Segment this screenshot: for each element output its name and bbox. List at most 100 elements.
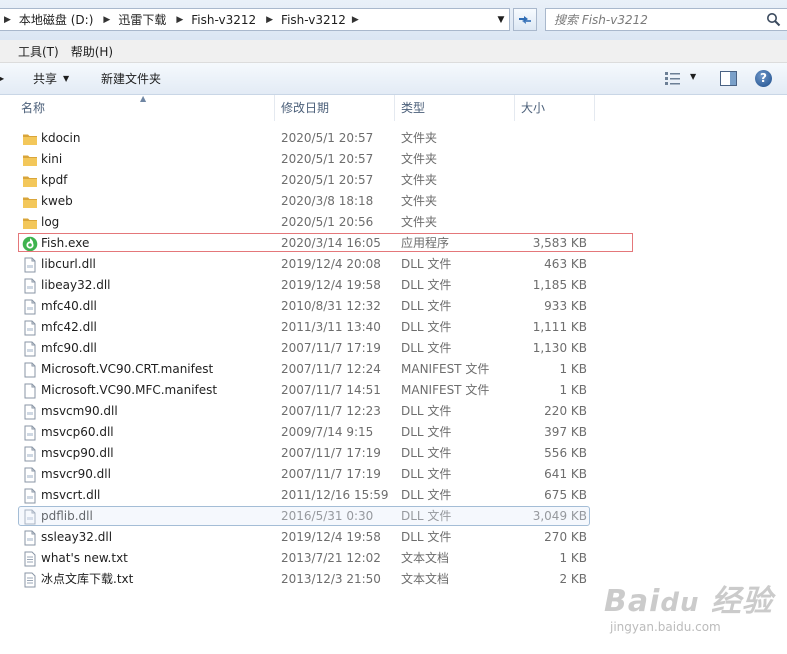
breadcrumb-fish-parent[interactable]: ▶ Fish-v3212 <box>172 9 262 30</box>
dll-file-icon <box>22 467 38 483</box>
file-name: ssleay32.dll <box>41 530 113 544</box>
column-header-type[interactable]: 类型 <box>395 95 515 121</box>
file-row[interactable]: mfc42.dll 2011/3/11 13:40 DLL 文件 1,111 KB <box>0 317 787 338</box>
file-type: DLL 文件 <box>401 404 452 418</box>
file-name: libcurl.dll <box>41 257 96 271</box>
breadcrumb-xunlei[interactable]: ▶ 迅雷下载 <box>99 9 172 30</box>
back-overflow-arrow[interactable]: ▶ <box>0 63 4 94</box>
help-icon[interactable]: ? <box>755 70 772 87</box>
column-headers: ▲ 名称 修改日期 类型 大小 <box>0 94 787 121</box>
file-row[interactable]: Fish.exe 2020/3/14 16:05 应用程序 3,583 KB <box>0 233 787 254</box>
breadcrumb-drive[interactable]: ▶ 本地磁盘 (D:) <box>0 9 99 30</box>
chevron-right-icon[interactable]: ▶ <box>174 15 187 25</box>
file-row[interactable]: what's new.txt 2013/7/21 12:02 文本文档 1 KB <box>0 548 787 569</box>
file-row[interactable]: Microsoft.VC90.CRT.manifest 2007/11/7 12:… <box>0 359 787 380</box>
file-modified-date: 2020/5/1 20:57 <box>281 152 374 166</box>
folder-icon <box>22 194 38 210</box>
file-row[interactable]: msvcp60.dll 2009/7/14 9:15 DLL 文件 397 KB <box>0 422 787 443</box>
blank-file-icon <box>22 383 38 399</box>
preview-pane-icon[interactable] <box>720 71 737 86</box>
file-row[interactable]: msvcrt.dll 2011/12/16 15:59 DLL 文件 675 KB <box>0 485 787 506</box>
menu-tools[interactable]: 工具(T) <box>12 43 65 60</box>
address-history-dropdown[interactable]: ▼ <box>492 8 510 31</box>
file-modified-date: 2020/5/1 20:56 <box>281 215 374 229</box>
file-modified-date: 2011/3/11 13:40 <box>281 320 381 334</box>
file-row[interactable]: kini 2020/5/1 20:57 文件夹 <box>0 149 787 170</box>
dll-file-icon <box>22 278 38 294</box>
file-row[interactable]: kdocin 2020/5/1 20:57 文件夹 <box>0 128 787 149</box>
file-modified-date: 2011/12/16 15:59 <box>281 488 389 502</box>
file-size: 675 KB <box>544 488 587 502</box>
file-modified-date: 2010/8/31 12:32 <box>281 299 381 313</box>
file-row[interactable]: pdflib.dll 2016/5/31 0:30 DLL 文件 3,049 KB <box>0 506 787 527</box>
text-file-icon <box>22 551 38 567</box>
chevron-right-icon[interactable]: ▶ <box>350 15 363 25</box>
file-size: 1,185 KB <box>532 278 587 292</box>
column-header-name[interactable]: 名称 <box>15 95 275 121</box>
file-row[interactable]: ssleay32.dll 2019/12/4 19:58 DLL 文件 270 KB <box>0 527 787 548</box>
address-bar[interactable]: ▶ 本地磁盘 (D:) ▶ 迅雷下载 ▶ Fish-v3212 ▶ Fish-v… <box>0 8 510 31</box>
file-name: Microsoft.VC90.MFC.manifest <box>41 383 218 397</box>
file-size: 1,111 KB <box>532 320 587 334</box>
file-modified-date: 2020/3/14 16:05 <box>281 236 381 250</box>
column-header-date[interactable]: 修改日期 <box>275 95 395 121</box>
file-name: Microsoft.VC90.CRT.manifest <box>41 362 214 376</box>
file-name: kpdf <box>41 173 68 187</box>
file-row[interactable]: kpdf 2020/5/1 20:57 文件夹 <box>0 170 787 191</box>
file-modified-date: 2019/12/4 19:58 <box>281 278 381 292</box>
file-name: libeay32.dll <box>41 278 111 292</box>
file-name: what's new.txt <box>41 551 128 565</box>
view-options-icon[interactable] <box>664 71 682 85</box>
view-dropdown-arrow[interactable]: ▼ <box>690 72 696 81</box>
menu-help[interactable]: 帮助(H) <box>65 43 119 60</box>
breadcrumb-label: 本地磁盘 (D:) <box>18 13 94 27</box>
dll-file-icon <box>22 299 38 315</box>
file-type: MANIFEST 文件 <box>401 362 490 376</box>
share-button[interactable]: 共享 ▼ <box>33 63 69 94</box>
file-name: kweb <box>41 194 73 208</box>
dll-file-icon <box>22 320 38 336</box>
file-modified-date: 2007/11/7 17:19 <box>281 341 381 355</box>
file-row[interactable]: mfc40.dll 2010/8/31 12:32 DLL 文件 933 KB <box>0 296 787 317</box>
file-row[interactable]: msvcp90.dll 2007/11/7 17:19 DLL 文件 556 KB <box>0 443 787 464</box>
dll-file-icon <box>22 341 38 357</box>
file-size: 556 KB <box>544 446 587 460</box>
search-icon[interactable] <box>766 12 781 27</box>
refresh-button[interactable] <box>513 8 537 31</box>
file-type: DLL 文件 <box>401 299 452 313</box>
file-row[interactable]: log 2020/5/1 20:56 文件夹 <box>0 212 787 233</box>
file-type: DLL 文件 <box>401 278 452 292</box>
file-modified-date: 2019/12/4 19:58 <box>281 530 381 544</box>
search-input[interactable] <box>546 8 766 31</box>
chevron-right-icon[interactable]: ▶ <box>2 15 15 25</box>
column-header-size[interactable]: 大小 <box>515 95 595 121</box>
dll-file-icon <box>22 257 38 273</box>
chevron-down-icon: ▼ <box>497 14 505 25</box>
file-row[interactable]: kweb 2020/3/8 18:18 文件夹 <box>0 191 787 212</box>
file-type: 应用程序 <box>401 236 450 250</box>
search-box[interactable] <box>545 8 787 31</box>
file-type: DLL 文件 <box>401 425 452 439</box>
chevron-right-icon[interactable]: ▶ <box>264 15 277 25</box>
file-name: mfc40.dll <box>41 299 97 313</box>
dll-file-icon <box>22 488 38 504</box>
file-row[interactable]: msvcm90.dll 2007/11/7 12:23 DLL 文件 220 KB <box>0 401 787 422</box>
file-row[interactable]: Microsoft.VC90.MFC.manifest 2007/11/7 14:… <box>0 380 787 401</box>
breadcrumb-label: Fish-v3212 <box>281 12 346 27</box>
blank-file-icon <box>22 362 38 378</box>
file-row[interactable]: libeay32.dll 2019/12/4 19:58 DLL 文件 1,185 K… <box>0 275 787 296</box>
file-type: DLL 文件 <box>401 509 452 523</box>
file-modified-date: 2019/12/4 20:08 <box>281 257 381 271</box>
new-folder-button[interactable]: 新建文件夹 <box>101 63 161 94</box>
file-type: 文件夹 <box>401 215 438 229</box>
file-modified-date: 2020/3/8 18:18 <box>281 194 374 208</box>
file-type: 文本文档 <box>401 551 450 565</box>
file-row[interactable]: msvcr90.dll 2007/11/7 17:19 DLL 文件 641 KB <box>0 464 787 485</box>
file-modified-date: 2007/11/7 12:24 <box>281 362 381 376</box>
file-name: kdocin <box>41 131 81 145</box>
command-bar: ▶ 共享 ▼ 新建文件夹 ▼ ? <box>0 63 787 95</box>
chevron-right-icon[interactable]: ▶ <box>101 15 114 25</box>
breadcrumb-fish-current[interactable]: ▶ Fish-v3212 ▶ <box>262 9 365 30</box>
file-row[interactable]: libcurl.dll 2019/12/4 20:08 DLL 文件 463 KB <box>0 254 787 275</box>
file-row[interactable]: mfc90.dll 2007/11/7 17:19 DLL 文件 1,130 KB <box>0 338 787 359</box>
